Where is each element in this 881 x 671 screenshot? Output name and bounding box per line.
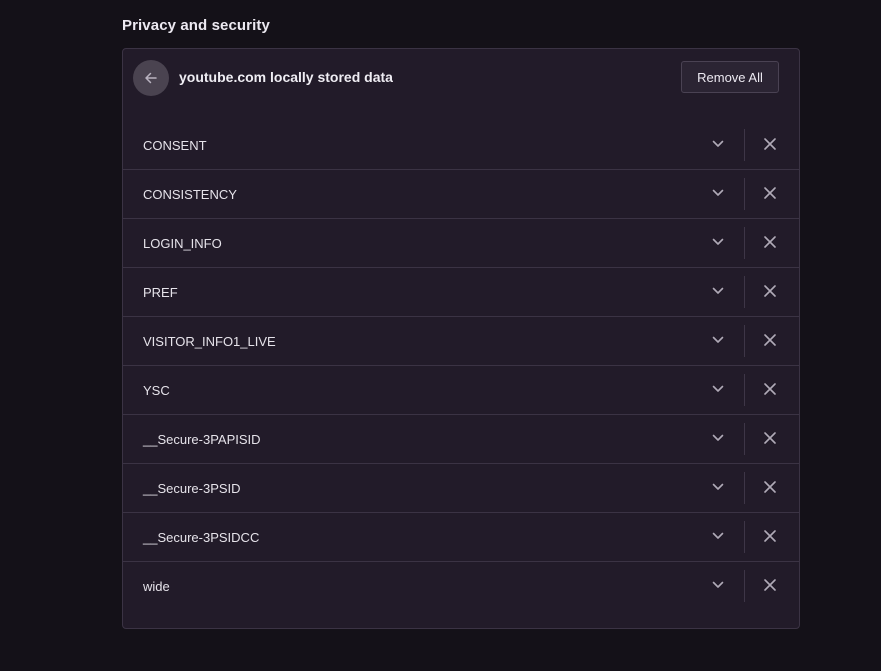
row-divider	[744, 423, 745, 455]
row-divider	[744, 227, 745, 259]
cookie-row: YSC	[123, 366, 799, 415]
cookie-row: CONSISTENCY	[123, 170, 799, 219]
remove-item-button[interactable]	[759, 574, 781, 596]
row-divider	[744, 521, 745, 553]
chevron-down-icon	[712, 532, 724, 539]
row-divider	[744, 325, 745, 357]
remove-item-button[interactable]	[759, 329, 781, 351]
chevron-down-icon	[712, 238, 724, 245]
close-icon	[764, 138, 776, 150]
cookie-row: __Secure-3PSID	[123, 464, 799, 513]
remove-item-button[interactable]	[759, 427, 781, 449]
card-header: youtube.com locally stored data Remove A…	[123, 49, 799, 121]
close-icon	[764, 530, 776, 542]
cookie-name: __Secure-3PSID	[143, 481, 241, 496]
remove-item-button[interactable]	[759, 231, 781, 253]
cookie-row: __Secure-3PAPISID	[123, 415, 799, 464]
close-icon	[764, 432, 776, 444]
chevron-down-icon	[712, 140, 724, 147]
chevron-down-icon	[712, 581, 724, 588]
close-icon	[764, 285, 776, 297]
close-icon	[764, 481, 776, 493]
expand-button[interactable]	[707, 231, 729, 253]
cookie-name: VISITOR_INFO1_LIVE	[143, 334, 276, 349]
expand-button[interactable]	[707, 476, 729, 498]
cookie-row: LOGIN_INFO	[123, 219, 799, 268]
remove-item-button[interactable]	[759, 182, 781, 204]
cookie-row: __Secure-3PSIDCC	[123, 513, 799, 562]
remove-all-button[interactable]: Remove All	[681, 61, 779, 93]
row-divider	[744, 178, 745, 210]
cookie-list: CONSENT CONSISTENCY LOGIN_INFO PREF VISITOR_…	[123, 121, 799, 610]
remove-item-button[interactable]	[759, 280, 781, 302]
arrow-left-icon	[145, 72, 157, 84]
chevron-down-icon	[712, 336, 724, 343]
expand-button[interactable]	[707, 280, 729, 302]
back-button[interactable]	[133, 60, 169, 96]
row-divider	[744, 374, 745, 406]
row-divider	[744, 472, 745, 504]
expand-button[interactable]	[707, 329, 729, 351]
chevron-down-icon	[712, 483, 724, 490]
chevron-down-icon	[712, 287, 724, 294]
remove-item-button[interactable]	[759, 133, 781, 155]
chevron-down-icon	[712, 385, 724, 392]
expand-button[interactable]	[707, 133, 729, 155]
row-divider	[744, 129, 745, 161]
cookie-name: CONSENT	[143, 138, 207, 153]
cookie-name: PREF	[143, 285, 178, 300]
remove-item-button[interactable]	[759, 476, 781, 498]
close-icon	[764, 236, 776, 248]
chevron-down-icon	[712, 434, 724, 441]
remove-item-button[interactable]	[759, 525, 781, 547]
expand-button[interactable]	[707, 574, 729, 596]
close-icon	[764, 187, 776, 199]
remove-item-button[interactable]	[759, 378, 781, 400]
site-data-card: youtube.com locally stored data Remove A…	[122, 48, 800, 629]
close-icon	[764, 383, 776, 395]
expand-button[interactable]	[707, 525, 729, 547]
chevron-down-icon	[712, 189, 724, 196]
site-data-title: youtube.com locally stored data	[179, 69, 393, 85]
expand-button[interactable]	[707, 427, 729, 449]
cookie-name: wide	[143, 579, 170, 594]
row-divider	[744, 570, 745, 602]
cookie-row: VISITOR_INFO1_LIVE	[123, 317, 799, 366]
cookie-name: CONSISTENCY	[143, 187, 237, 202]
row-divider	[744, 276, 745, 308]
cookie-name: __Secure-3PAPISID	[143, 432, 261, 447]
expand-button[interactable]	[707, 182, 729, 204]
cookie-row: CONSENT	[123, 121, 799, 170]
cookie-row: wide	[123, 562, 799, 610]
expand-button[interactable]	[707, 378, 729, 400]
cookie-name: __Secure-3PSIDCC	[143, 530, 260, 545]
cookie-name: YSC	[143, 383, 170, 398]
close-icon	[764, 579, 776, 591]
settings-page: Privacy and security youtube.com locally…	[0, 0, 881, 671]
cookie-row: PREF	[123, 268, 799, 317]
close-icon	[764, 334, 776, 346]
section-title: Privacy and security	[122, 17, 270, 34]
cookie-name: LOGIN_INFO	[143, 236, 222, 251]
